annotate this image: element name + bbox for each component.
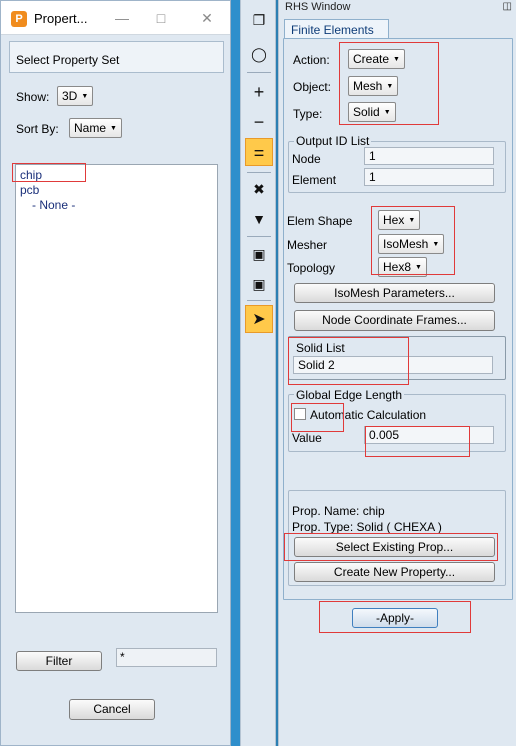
node-coordinate-frames-button[interactable]: Node Coordinate Frames... [294,310,495,331]
sort-by-dropdown[interactable]: Name ▼ [69,118,122,138]
toolbar-divider [247,172,271,173]
list-item-none[interactable]: - None - [32,198,75,212]
chevron-down-icon: ▼ [386,83,394,91]
solid-list-label: Solid List [296,341,345,355]
element-id-field[interactable]: 1 [364,168,494,186]
show-dropdown[interactable]: 3D ▼ [57,86,94,106]
node-label: Node [292,152,321,166]
chevron-down-icon: ▼ [393,56,400,64]
equals-icon[interactable]: = [245,138,273,166]
action-label: Action: [293,53,330,67]
type-dropdown[interactable]: Solid ▼ [348,102,396,122]
elem-shape-dropdown[interactable]: Hex ▼ [378,210,421,230]
app-logo-icon: P [11,11,27,27]
type-value: Solid [353,105,380,119]
element-label: Element [292,173,337,187]
chevron-down-icon: ▼ [408,217,416,225]
plus-icon[interactable]: + [245,78,273,106]
minus-icon[interactable]: − [245,108,273,136]
list-item-pcb[interactable]: pcb [20,183,39,197]
filter-input[interactable]: * [116,648,217,667]
pin-icon[interactable]: ◫ [503,1,512,12]
filter-button[interactable]: Filter [16,651,102,671]
elem-shape-value: Hex [383,213,405,227]
move-down-icon[interactable]: ▣ [245,270,273,298]
viewport-strip [231,0,240,746]
node-id-field[interactable]: 1 [364,147,494,165]
apply-button[interactable]: -Apply- [352,608,438,628]
select-existing-prop-button[interactable]: Select Existing Prop... [294,537,495,557]
edge-length-value-field[interactable]: 0.005 [364,426,494,444]
chevron-down-icon: ▼ [383,109,391,117]
mesher-value: IsoMesh [383,237,429,251]
cursor-icon[interactable]: ➤ [245,305,273,333]
rhs-window: RHS Window ◫ Finite Elements Action: Cre… [278,0,516,746]
select-property-set-header: Select Property Set [9,41,224,73]
prop-type-text: Prop. Type: Solid ( CHEXA ) [292,520,442,534]
action-value: Create [353,52,390,66]
value-label: Value [292,431,322,445]
topology-label: Topology [287,261,336,275]
topology-dropdown[interactable]: Hex8 ▼ [378,257,427,277]
tab-finite-elements[interactable]: Finite Elements [284,19,389,39]
toolbar-divider [247,300,271,301]
topology-value: Hex8 [383,260,412,274]
minimize-icon[interactable]: — [113,9,131,27]
cross-tools-icon[interactable]: ✖ [245,175,273,203]
automatic-calculation-label: Automatic Calculation [310,408,427,422]
chevron-down-icon: ▼ [432,241,440,249]
object-label: Object: [293,80,332,94]
close-icon[interactable]: ✕ [198,9,216,27]
property-list[interactable]: chip pcb - None - [15,164,218,613]
vertical-toolbar: ❐ ◯ + − = ✖ ▼ ▣ ▣ ➤ [240,0,276,746]
chevron-down-icon: ▼ [415,264,422,272]
sort-by-label: Sort By: [16,122,59,136]
cancel-button[interactable]: Cancel [69,699,155,720]
chevron-down-icon: ▼ [81,93,89,101]
lasso-icon[interactable]: ◯ [245,40,273,68]
filter-icon[interactable]: ▼ [245,205,273,233]
list-item-chip[interactable]: chip [20,168,42,182]
isomesh-parameters-button[interactable]: IsoMesh Parameters... [294,283,495,303]
create-new-property-button[interactable]: Create New Property... [294,562,495,582]
global-edge-length-title: Global Edge Length [294,388,405,402]
rhs-window-title: RHS Window [285,1,351,13]
show-label: Show: [16,90,50,104]
sort-value: Name [74,121,107,135]
mesher-dropdown[interactable]: IsoMesh ▼ [378,234,445,254]
dialog-titlebar: P Propert... — □ ✕ [1,1,230,35]
show-value: 3D [62,89,78,103]
elem-shape-label: Elem Shape [287,214,353,228]
toolbar-divider [247,236,271,237]
object-value: Mesh [353,79,383,93]
finite-elements-panel: Action: Create ▼ Object: Mesh ▼ Type: Soli… [283,38,513,600]
prop-name-text: Prop. Name: chip [292,504,385,518]
object-dropdown[interactable]: Mesh ▼ [348,76,399,96]
automatic-calculation-checkbox[interactable] [294,408,306,420]
move-up-icon[interactable]: ▣ [245,240,273,268]
action-dropdown[interactable]: Create ▼ [348,49,405,69]
output-id-list-title: Output ID List [294,134,372,148]
dialog-title: Propert... [34,11,88,26]
maximize-icon[interactable]: □ [152,9,170,27]
type-label: Type: [293,107,323,121]
chevron-down-icon: ▼ [110,125,117,133]
toolbar-divider [247,72,271,73]
mesher-label: Mesher [287,238,328,252]
copy-icon[interactable]: ❐ [245,6,273,34]
solid-list-field[interactable]: Solid 2 [293,356,493,374]
property-dialog: P Propert... — □ ✕ Select Property Set S… [0,0,231,746]
